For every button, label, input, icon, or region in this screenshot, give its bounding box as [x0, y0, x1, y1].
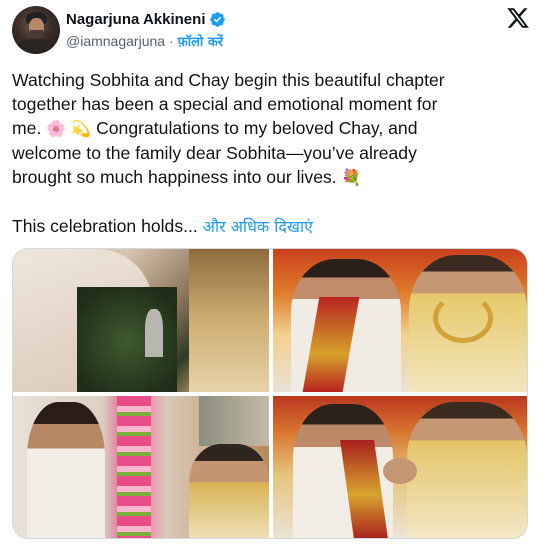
- tweet-emojis: 🌸 💫: [46, 119, 92, 138]
- groom-smiling-photo[interactable]: [13, 396, 269, 538]
- photo-shape: [383, 458, 417, 484]
- avatar[interactable]: [12, 6, 60, 54]
- wedding-ritual-photo[interactable]: [13, 249, 269, 392]
- photo-shape: [117, 396, 151, 538]
- tweet-line-start: brought so much happiness into our lives…: [12, 167, 337, 187]
- x-logo-icon[interactable]: [506, 6, 530, 30]
- photo-shape: [145, 309, 163, 357]
- author-name-row: Nagarjuna Akkineni: [66, 11, 226, 28]
- photo-shape: [189, 444, 269, 538]
- bouquet-emoji: 💐: [341, 168, 362, 187]
- separator-dot: ·: [169, 33, 174, 49]
- tweet-line: brought so much happiness into our lives…: [12, 165, 532, 190]
- couple-greeting-photo[interactable]: [273, 396, 527, 538]
- follow-button[interactable]: फ़ॉलो करें: [178, 32, 223, 50]
- tweet-line: together has been a special and emotiona…: [12, 94, 438, 114]
- photo-shape: [407, 402, 527, 538]
- photo-shape: [433, 293, 493, 343]
- tweet-line: welcome to the family dear Sobhita—you’v…: [12, 143, 417, 163]
- tweet-text: Watching Sobhita and Chay begin this bea…: [12, 68, 532, 239]
- tweet-line: Watching Sobhita and Chay begin this bea…: [12, 70, 445, 90]
- photo-shape: [189, 249, 269, 392]
- author-handle[interactable]: @iamnagarjuna: [66, 33, 165, 49]
- tweet-line-start: me.: [12, 118, 42, 138]
- show-more-link[interactable]: और अधिक दिखाएं: [203, 217, 313, 236]
- avatar-beard: [30, 30, 43, 39]
- tweet-card[interactable]: Nagarjuna Akkineni @iamnagarjuna · फ़ॉलो…: [0, 0, 544, 547]
- photo-shape: [27, 402, 105, 538]
- tweet-line: me. 🌸 💫 Congratulations to my beloved Ch…: [12, 116, 532, 141]
- author-name[interactable]: Nagarjuna Akkineni: [66, 11, 205, 28]
- author-handle-row: @iamnagarjuna · फ़ॉलो करें: [66, 32, 223, 50]
- tweet-line: This celebration holds... और अधिक दिखाएं: [12, 214, 532, 239]
- photo-shape: [199, 396, 269, 446]
- tweet-line-rest: Congratulations to my beloved Chay, and: [96, 118, 418, 138]
- avatar-body: [17, 39, 55, 54]
- verified-badge-icon: [210, 12, 226, 27]
- truncated-text: This celebration holds...: [12, 216, 198, 236]
- media-grid: [12, 248, 528, 539]
- couple-seated-photo[interactable]: [273, 249, 527, 392]
